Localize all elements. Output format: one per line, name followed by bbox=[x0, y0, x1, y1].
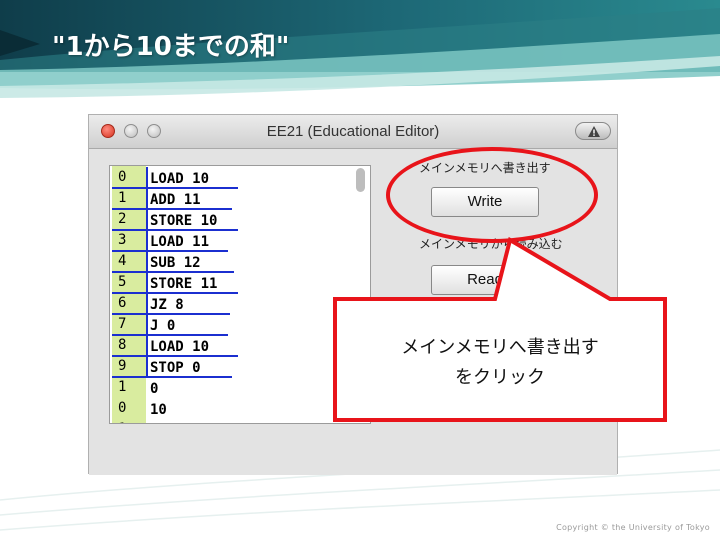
callout-box bbox=[333, 236, 667, 422]
callout-line-2: をクリック bbox=[455, 367, 545, 388]
callout-text: メインメモリへ書き出す をクリック bbox=[335, 333, 665, 393]
callout-line-1: メインメモリへ書き出す bbox=[401, 337, 599, 358]
